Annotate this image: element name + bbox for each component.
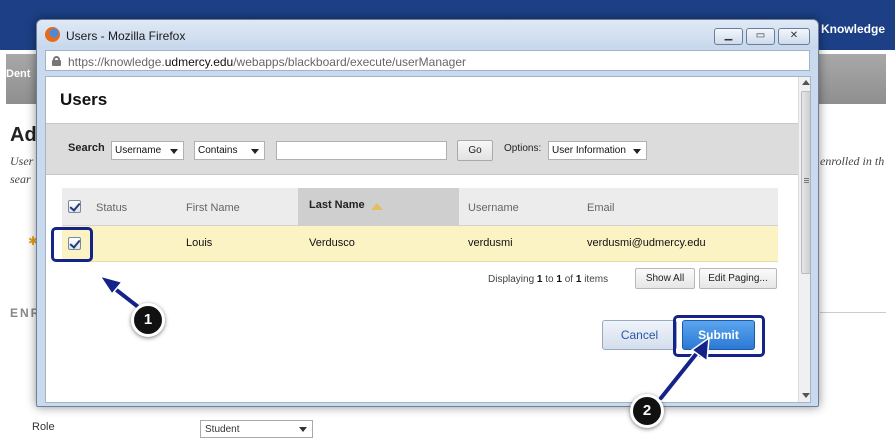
table-header: Status First Name Last Name Username Ema… [62, 188, 778, 226]
highlight-checkbox [51, 227, 93, 262]
chevron-down-icon [299, 427, 307, 432]
vertical-scrollbar[interactable] [798, 77, 810, 402]
cell-email: verdusmi@udmercy.edu [587, 237, 706, 249]
cell-username: verdusmi [468, 237, 513, 249]
submit-button[interactable]: Submit [682, 320, 755, 350]
column-first-name[interactable]: First Name [186, 202, 240, 214]
options-label: Options: [504, 143, 542, 154]
sort-ascending-icon [371, 203, 383, 210]
lock-icon [52, 56, 61, 66]
maximize-button[interactable]: ▭ [746, 28, 775, 45]
firefox-logo-icon [45, 27, 60, 42]
cancel-button[interactable]: Cancel [602, 320, 677, 350]
dialog-content: Users Search Username Contains Go Option… [45, 76, 811, 403]
step-1-marker: 1 [131, 303, 165, 337]
url-text: https://knowledge.udmercy.edu/webapps/bl… [68, 55, 467, 69]
column-last-name[interactable]: Last Name [298, 188, 459, 226]
window-title: Users - Mozilla Firefox [66, 29, 186, 43]
chevron-down-icon [170, 149, 178, 154]
scroll-down-icon[interactable] [802, 393, 810, 398]
column-username[interactable]: Username [468, 202, 519, 214]
select-all-checkbox[interactable] [68, 200, 81, 213]
cell-first-name: Louis [186, 237, 213, 249]
edit-paging-button[interactable]: Edit Paging... [699, 268, 777, 289]
window-titlebar[interactable]: Users - Mozilla Firefox ▁ ▭ ✕ [37, 20, 818, 48]
close-button[interactable]: ✕ [778, 28, 810, 45]
column-email[interactable]: Email [587, 202, 615, 214]
show-all-button[interactable]: Show All [635, 268, 695, 289]
cell-last-name: Verdusco [309, 237, 355, 249]
minimize-button[interactable]: ▁ [714, 28, 743, 45]
search-input[interactable] [276, 141, 447, 160]
search-label: Search [68, 142, 105, 154]
section-divider [820, 312, 886, 313]
scroll-up-icon[interactable] [802, 80, 810, 85]
role-select[interactable]: Student [200, 420, 313, 438]
column-status[interactable]: Status [96, 202, 127, 214]
page-description-right: enrolled in th [820, 154, 885, 168]
site-brand: Knowledge [820, 22, 885, 36]
page-title: Ad [10, 124, 37, 146]
options-select[interactable]: User Information [548, 141, 647, 160]
table-row: Louis Verdusco verdusmi verdusmi@udmercy… [62, 226, 778, 262]
page-description-cont: sear [10, 172, 31, 186]
search-operator-select[interactable]: Contains [194, 141, 265, 160]
role-select-value: Student [205, 424, 240, 435]
scroll-thumb[interactable] [801, 91, 810, 274]
course-nav-label: Dent [6, 68, 31, 80]
chevron-down-icon [251, 149, 259, 154]
go-button[interactable]: Go [457, 140, 493, 161]
paging-status: Displaying 1 to 1 of 1 items [488, 274, 609, 285]
address-bar[interactable]: https://knowledge.udmercy.edu/webapps/bl… [45, 50, 810, 71]
dialog-title: Users [60, 90, 108, 109]
page-description: User [10, 154, 34, 168]
step-2-marker: 2 [630, 394, 664, 428]
search-field-select[interactable]: Username [111, 141, 184, 160]
role-label: Role [32, 421, 55, 433]
chevron-down-icon [633, 149, 641, 154]
browser-popup-window: Users - Mozilla Firefox ▁ ▭ ✕ https://kn… [36, 19, 819, 407]
search-bar: Search Username Contains Go Options: Use… [46, 123, 798, 175]
